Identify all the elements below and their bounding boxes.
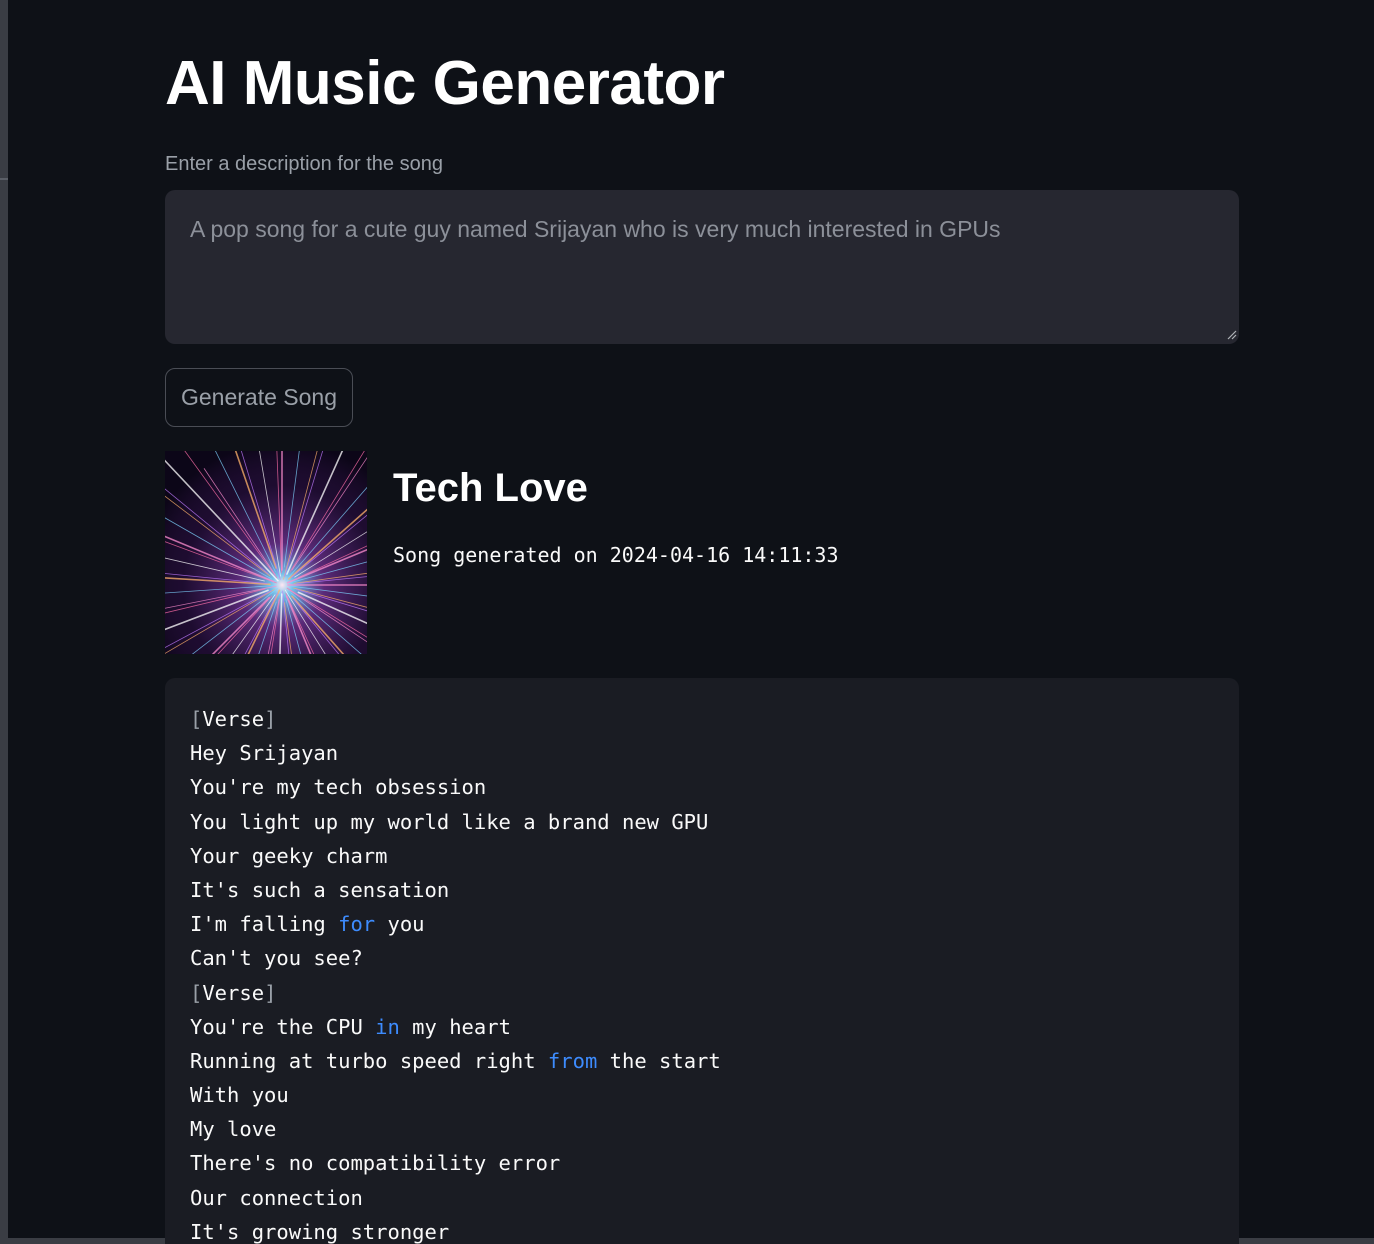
song-generated-timestamp: Song generated on 2024-04-16 14:11:33 <box>393 543 839 567</box>
lyric-text: My love <box>190 1117 277 1142</box>
lyric-bracket: [ <box>190 707 203 731</box>
lyric-line: You light up my world like a brand new G… <box>190 807 1214 841</box>
lyric-line: Hey Srijayan <box>190 738 1214 772</box>
lyric-line: Can't you see? <box>190 943 1214 977</box>
lyric-line: You're my tech obsession <box>190 772 1214 806</box>
lyric-text: the start <box>597 1048 721 1073</box>
lyric-text: It's such a sensation <box>190 877 450 902</box>
generate-song-button[interactable]: Generate Song <box>165 368 353 427</box>
lyric-line: With you <box>190 1080 1214 1114</box>
lyric-text: Verse <box>202 980 265 1005</box>
lyric-line: [Verse] <box>190 704 1214 738</box>
song-title: Tech Love <box>393 466 588 510</box>
lyric-text: You're the CPU <box>190 1014 376 1039</box>
sidebar-edge-mark <box>0 178 8 180</box>
lyric-line: I'm falling for you <box>190 909 1214 943</box>
lyric-text: With you <box>190 1083 289 1108</box>
lyric-bracket: ] <box>264 980 277 1005</box>
lyric-line: Your geeky charm <box>190 841 1214 875</box>
lyric-text: Verse <box>202 707 265 731</box>
description-label: Enter a description for the song <box>165 153 443 175</box>
lyric-text: It's growing stronger <box>190 1219 450 1244</box>
lyric-line: Our connection <box>190 1183 1214 1217</box>
lyric-text: I'm falling <box>190 912 339 937</box>
lyric-text: you <box>375 912 425 937</box>
lyric-keyword: in <box>375 1014 400 1039</box>
lyric-line: [Verse] <box>190 978 1214 1012</box>
lyric-text: You're my tech obsession <box>190 775 487 800</box>
lyrics-code-block: [Verse] Hey Srijayan You're my tech obsess… <box>165 678 1239 1244</box>
lyric-text: There's no compatibility error <box>190 1151 561 1176</box>
lyric-text: Your geeky charm <box>190 843 388 868</box>
album-cover-image <box>165 451 367 654</box>
lyric-line: You're the CPU in my heart <box>190 1012 1214 1046</box>
lyric-line: It's such a sensation <box>190 875 1214 909</box>
lyric-line: It's growing stronger <box>190 1217 1214 1244</box>
lyric-text: Running at turbo speed right <box>190 1048 548 1073</box>
description-input[interactable] <box>165 190 1239 344</box>
lyric-text: Hey Srijayan <box>190 741 339 766</box>
lyric-text: my heart <box>399 1014 511 1039</box>
lyric-line: There's no compatibility error <box>190 1148 1214 1182</box>
lyric-line: My love <box>190 1114 1214 1148</box>
lyric-bracket: ] <box>264 707 277 731</box>
sidebar-edge[interactable] <box>0 0 8 1244</box>
lyric-text: Our connection <box>190 1185 363 1210</box>
lyric-keyword: from <box>547 1048 598 1073</box>
resize-handle-icon[interactable] <box>1227 330 1237 340</box>
lyric-bracket: [ <box>190 980 203 1005</box>
lyric-text: You light up my world like a brand new G… <box>190 809 709 834</box>
page-title: AI Music Generator <box>165 49 725 118</box>
lyric-text: Can't you see? <box>190 946 363 971</box>
lyric-line: Running at turbo speed right from the st… <box>190 1046 1214 1080</box>
lyric-keyword: for <box>338 912 376 937</box>
